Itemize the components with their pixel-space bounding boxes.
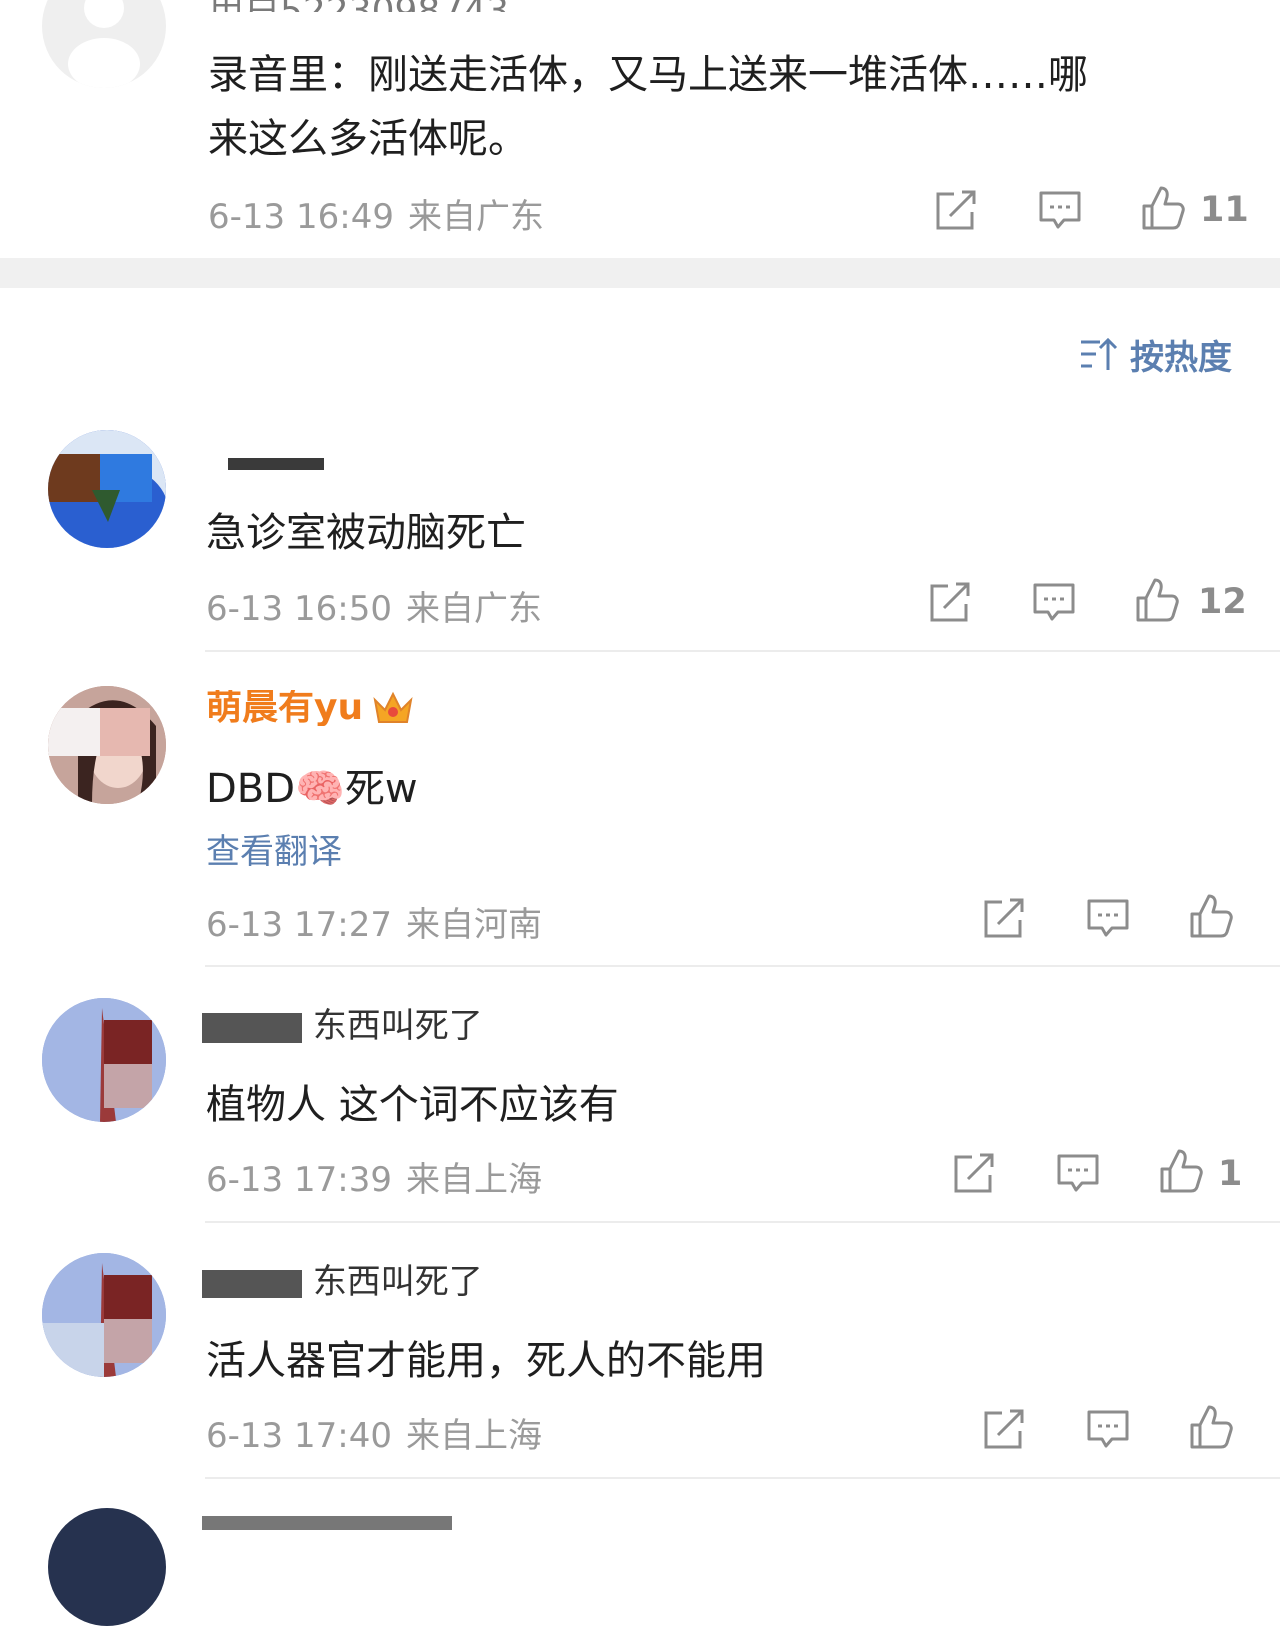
comment-meta: 6-13 16:49 来自广东 bbox=[208, 189, 544, 238]
share-icon[interactable] bbox=[932, 186, 980, 234]
username-redacted bbox=[202, 1012, 302, 1043]
username[interactable]: 东西叫死了 bbox=[202, 1004, 483, 1048]
sort-toggle[interactable]: 按热度 bbox=[1078, 334, 1232, 378]
share-icon[interactable] bbox=[950, 1149, 998, 1197]
like-icon[interactable] bbox=[1186, 1403, 1234, 1451]
divider bbox=[205, 1221, 1280, 1223]
like-count: 12 bbox=[1198, 582, 1247, 622]
comment-text: DBD🧠死w bbox=[206, 766, 418, 812]
avatar[interactable] bbox=[48, 686, 166, 804]
comment-region: 来自广东 bbox=[405, 589, 542, 629]
like-count: 1 bbox=[1218, 1154, 1243, 1194]
username[interactable]: 东西叫死了 bbox=[202, 1262, 483, 1302]
comment-meta: 6-13 17:40 来自上海 bbox=[206, 1408, 542, 1457]
comment-region: 来自上海 bbox=[405, 1160, 542, 1200]
comment-region: 来自上海 bbox=[405, 1416, 542, 1456]
comment-icon[interactable] bbox=[1054, 1149, 1102, 1197]
like-icon[interactable] bbox=[1132, 576, 1180, 624]
translate-link[interactable]: 查看翻译 bbox=[206, 824, 342, 873]
username-text: 东西叫死了 bbox=[312, 1262, 483, 1302]
comment-text: 录音里：刚送走活体，又马上送来一堆活体……哪 bbox=[208, 52, 1088, 98]
avatar[interactable] bbox=[42, 1253, 166, 1377]
avatar[interactable] bbox=[48, 430, 166, 548]
section-separator bbox=[0, 258, 1280, 288]
username-text: 萌晨有yu bbox=[206, 690, 364, 726]
like-count: 11 bbox=[1200, 190, 1249, 230]
comment-region: 来自河南 bbox=[405, 905, 542, 945]
username-text: 东西叫死了 bbox=[312, 1006, 483, 1046]
comment-text: 活人器官才能用，死人的不能用 bbox=[206, 1338, 766, 1384]
comment-time: 6-13 16:50 bbox=[206, 589, 392, 629]
avatar[interactable] bbox=[48, 1508, 166, 1626]
comment-region: 来自广东 bbox=[407, 197, 544, 237]
comment-meta: 6-13 16:50 来自广东 bbox=[206, 581, 542, 630]
like-icon[interactable] bbox=[1186, 892, 1234, 940]
username-redacted bbox=[202, 1269, 302, 1298]
share-icon[interactable] bbox=[980, 1405, 1028, 1453]
share-icon[interactable] bbox=[980, 894, 1028, 942]
sort-label: 按热度 bbox=[1130, 337, 1232, 378]
username-redacted bbox=[202, 1516, 452, 1530]
comment-meta: 6-13 17:27 来自河南 bbox=[206, 897, 542, 946]
comment-text: 急诊室被动脑死亡 bbox=[206, 510, 526, 556]
share-icon[interactable] bbox=[926, 578, 974, 626]
username-redacted bbox=[228, 458, 324, 470]
comment-time: 6-13 17:27 bbox=[206, 905, 392, 945]
like-icon[interactable] bbox=[1156, 1147, 1204, 1195]
username[interactable]: 用户5223098743 bbox=[208, 0, 509, 12]
comment-text: 植物人 这个词不应该有 bbox=[206, 1082, 619, 1128]
sort-icon bbox=[1081, 337, 1118, 370]
comment-time: 6-13 17:40 bbox=[206, 1416, 392, 1456]
comment-icon[interactable] bbox=[1030, 578, 1078, 626]
comment-text-continued: 来这么多活体呢。 bbox=[208, 116, 528, 162]
comment-meta: 6-13 17:39 来自上海 bbox=[206, 1152, 542, 1201]
comment-time: 6-13 16:49 bbox=[208, 197, 394, 237]
divider bbox=[205, 1477, 1280, 1479]
comment-time: 6-13 17:39 bbox=[206, 1160, 392, 1200]
like-icon[interactable] bbox=[1138, 184, 1186, 232]
divider bbox=[205, 650, 1280, 652]
avatar[interactable] bbox=[42, 0, 166, 88]
divider bbox=[205, 965, 1280, 967]
crown-icon bbox=[373, 691, 413, 723]
comment-icon[interactable] bbox=[1084, 1405, 1132, 1453]
username[interactable]: 萌晨有yu bbox=[206, 690, 415, 726]
comment-icon[interactable] bbox=[1084, 894, 1132, 942]
avatar[interactable] bbox=[42, 998, 166, 1122]
comment-icon[interactable] bbox=[1036, 186, 1084, 234]
